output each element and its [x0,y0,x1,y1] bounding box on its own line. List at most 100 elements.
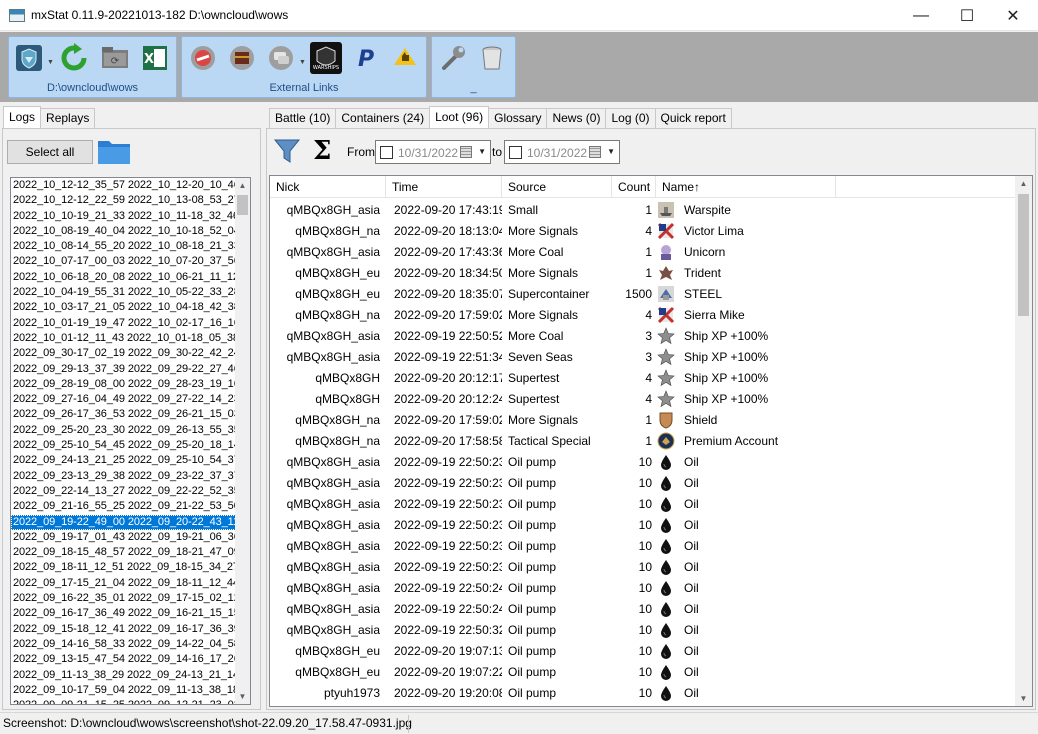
to-date-picker[interactable]: 10/31/2022 ▼ [504,140,620,164]
table-row[interactable]: qMBQx8GH_asia 2022-09-19 22:50:23 Oil pump… [270,514,1016,535]
chevron-down-icon[interactable]: ▼ [478,147,486,156]
calendar-icon[interactable] [460,146,472,158]
column-time[interactable]: Time [386,176,502,198]
log-list-item[interactable]: 2022_09_19-17_01_43 2022_09_19-21_06_36 [11,530,236,545]
log-list-item[interactable]: 2022_10_12-12_35_57 2022_10_12-20_10_46 [11,178,236,193]
table-row[interactable]: qMBQx8GH_asia 2022-09-19 22:50:32 Oil pump… [270,619,1016,640]
table-row[interactable]: qMBQx8GH_eu 2022-09-20 18:35:07 Superconta… [270,283,1016,304]
select-all-button[interactable]: Select all [7,140,93,164]
log-list-item[interactable]: 2022_09_28-19_08_00 2022_09_28-23_19_16 [11,377,236,392]
table-row[interactable]: qMBQx8GH_asia 2022-09-19 22:50:23 Oil pump… [270,535,1016,556]
log-list-item[interactable]: 2022_09_16-22_35_01 2022_09_17-15_02_12 [11,591,236,606]
column-count[interactable]: Count [612,176,656,198]
table-row[interactable]: qMBQx8GH_asia 2022-09-19 22:50:23 Oil pump… [270,472,1016,493]
refresh-icon[interactable] [58,42,90,74]
log-list-item[interactable]: 2022_09_16-17_36_49 2022_09_16-21_15_15 [11,606,236,621]
table-row[interactable]: qMBQx8GH_eu 2022-09-20 19:07:22 Oil pump 10… [270,661,1016,682]
log-list-item[interactable]: 2022_10_08-14_55_20 2022_10_08-18_21_33 [11,239,236,254]
log-list-item[interactable]: 2022_09_22-14_13_27 2022_09_22-22_52_35 [11,484,236,499]
excel-icon[interactable]: X [139,42,171,74]
tab-battle[interactable]: Battle (10) [269,108,337,128]
table-row[interactable]: qMBQx8GH 2022-09-20 20:12:24 Supertest 4 Shi… [270,388,1016,409]
log-list-item[interactable]: 2022_10_10-19_21_33 2022_10_11-18_32_46 [11,209,236,224]
scroll-thumb[interactable] [237,195,248,215]
log-list-item[interactable]: 2022_10_06-18_20_08 2022_10_06-21_11_12 [11,270,236,285]
table-row[interactable]: ptyuh1973 2022-09-20 19:20:08 Oil pump 10 Oi… [270,682,1016,703]
grid-scrollbar[interactable]: ▲ ▼ [1015,176,1032,706]
table-row[interactable]: qMBQx8GH_asia 2022-09-19 22:50:23 Oil pump… [270,556,1016,577]
filter-icon[interactable] [273,137,301,165]
table-row[interactable]: qMBQx8GH_asia 2022-09-20 17:43:19 Small 1 Wa… [270,199,1016,220]
column-nick[interactable]: Nick [270,176,386,198]
tab-replays[interactable]: Replays [40,108,96,128]
sum-icon[interactable]: Σ [313,137,331,165]
folder-icon[interactable] [97,137,131,165]
log-list-item[interactable]: 2022_09_21-16_55_25 2022_09_21-22_53_50 [11,499,236,514]
table-row[interactable]: qMBQx8GH_asia 2022-09-19 22:50:24 Oil pump… [270,598,1016,619]
log-list-item[interactable]: 2022_09_23-13_29_38 2022_09_23-22_37_37 [11,469,236,484]
log-list-item[interactable]: 2022_09_24-13_21_25 2022_09_25-10_54_37 [11,453,236,468]
column-source[interactable]: Source [502,176,612,198]
log-list-item[interactable]: 2022_10_01-19_19_47 2022_10_02-17_16_16 [11,316,236,331]
log-list-item[interactable]: 2022_09_19-22_49_00 2022_09_20-22_43_11 [11,514,236,530]
scroll-thumb[interactable] [1018,194,1029,316]
table-row[interactable]: qMBQx8GH_asia 2022-09-20 17:43:36 More Coa… [270,241,1016,262]
table-row[interactable]: qMBQx8GH_asia 2022-09-19 22:50:24 Oil pump… [270,577,1016,598]
table-row[interactable]: qMBQx8GH_na 2022-09-20 17:59:02 More Signa… [270,304,1016,325]
chevron-down-icon[interactable]: ▼ [47,59,54,66]
log-list-item[interactable]: 2022_09_18-15_48_57 2022_09_18-21_47_09 [11,545,236,560]
table-row[interactable]: qMBQx8GH_na 2022-09-20 17:59:02 More Signa… [270,409,1016,430]
table-row[interactable]: qMBQx8GH 2022-09-20 20:12:17 Supertest 4 Shi… [270,367,1016,388]
to-date-checkbox[interactable] [509,146,522,159]
log-list-item[interactable]: 2022_10_07-17_00_03 2022_10_07-20_37_56 [11,254,236,269]
folder-sync-icon[interactable]: ⟳ [99,42,131,74]
scroll-up-icon[interactable]: ▲ [235,178,250,193]
table-row[interactable]: qMBQx8GH_na 2022-09-20 18:13:04 More Signa… [270,220,1016,241]
log-list-item[interactable]: 2022_09_27-16_04_49 2022_09_27-22_14_23 [11,392,236,407]
log-list-item[interactable]: 2022_09_14-16_58_33 2022_09_14-22_04_58 [11,637,236,652]
log-list-item[interactable]: 2022_10_04-19_55_31 2022_10_05-22_33_28 [11,285,236,300]
chat-icon[interactable] [265,42,297,74]
log-list-item[interactable]: 2022_09_10-17_59_04 2022_09_11-13_38_18 [11,683,236,698]
paypal-icon[interactable]: P [350,42,382,74]
nocanvas-icon[interactable] [187,42,219,74]
log-list-item[interactable]: 2022_09_25-20_23_30 2022_09_26-13_55_35 [11,423,236,438]
scroll-down-icon[interactable]: ▼ [235,689,250,704]
log-list-item[interactable]: 2022_10_12-12_22_59 2022_10_13-08_53_27 [11,193,236,208]
log-list-item[interactable]: 2022_09_15-18_12_41 2022_09_16-17_36_39 [11,622,236,637]
table-row[interactable]: qMBQx8GH_eu 2022-09-20 19:07:13 Oil pump 10… [270,640,1016,661]
log-list-item[interactable]: 2022_09_17-15_21_04 2022_09_18-11_12_44 [11,576,236,591]
log-list-item[interactable]: 2022_10_08-19_40_04 2022_10_10-18_52_04 [11,224,236,239]
log-list-item[interactable]: 2022_09_13-15_47_54 2022_09_14-16_17_26 [11,652,236,667]
tab-logs[interactable]: Logs [3,106,42,128]
trash-icon[interactable] [476,42,508,74]
log-list-item[interactable]: 2022_09_29-13_37_39 2022_09_29-22_27_46 [11,362,236,377]
scroll-up-icon[interactable]: ▲ [1015,176,1032,191]
calendar-icon[interactable] [589,146,601,158]
tab-log[interactable]: Log (0) [605,108,656,128]
column-name[interactable]: Name↑ [656,176,836,198]
log-list-item[interactable]: 2022_09_30-17_02_19 2022_09_30-22_42_24 [11,346,236,361]
log-list-item[interactable]: 2022_10_03-17_21_05 2022_10_04-18_42_38 [11,300,236,315]
from-date-checkbox[interactable] [380,146,393,159]
chevron-down-icon[interactable]: ▼ [607,147,615,156]
log-list-item[interactable]: 2022_10_01-12_11_43 2022_10_01-18_05_38 [11,331,236,346]
table-row[interactable]: qMBQx8GH_asia 2022-09-19 22:50:52 More Coa… [270,325,1016,346]
tab-loot[interactable]: Loot (96) [429,106,490,128]
tab-glossary[interactable]: Glossary [488,108,548,128]
tab-quick-report[interactable]: Quick report [654,108,732,128]
from-date-picker[interactable]: 10/31/2022 ▼ [375,140,491,164]
log-list-item[interactable]: 2022_09_25-10_54_45 2022_09_25-20_18_14 [11,438,236,453]
tab-news[interactable]: News (0) [546,108,607,128]
close-button[interactable]: ✕ [990,0,1036,31]
log-list-item[interactable]: 2022_09_26-17_36_53 2022_09_26-21_15_03 [11,407,236,422]
minimize-button[interactable]: — [898,0,944,31]
table-row[interactable]: qMBQx8GH_eu 2022-09-20 18:34:50 More Signa… [270,262,1016,283]
log-list[interactable]: 2022_10_12-12_35_57 2022_10_12-20_10_46 2… [10,177,251,705]
table-row[interactable]: qMBQx8GH_asia 2022-09-19 22:51:34 Seven Se… [270,346,1016,367]
thumbs-up-icon[interactable] [389,42,421,74]
log-list-item[interactable]: 2022_09_09-21_15_25 2022_09_12-21_23_02 [11,698,236,704]
ship-chest-icon[interactable] [226,42,258,74]
log-list-item[interactable]: 2022_09_18-11_12_51 2022_09_18-15_34_27 [11,560,236,575]
chevron-down-icon[interactable]: ▼ [299,59,306,66]
